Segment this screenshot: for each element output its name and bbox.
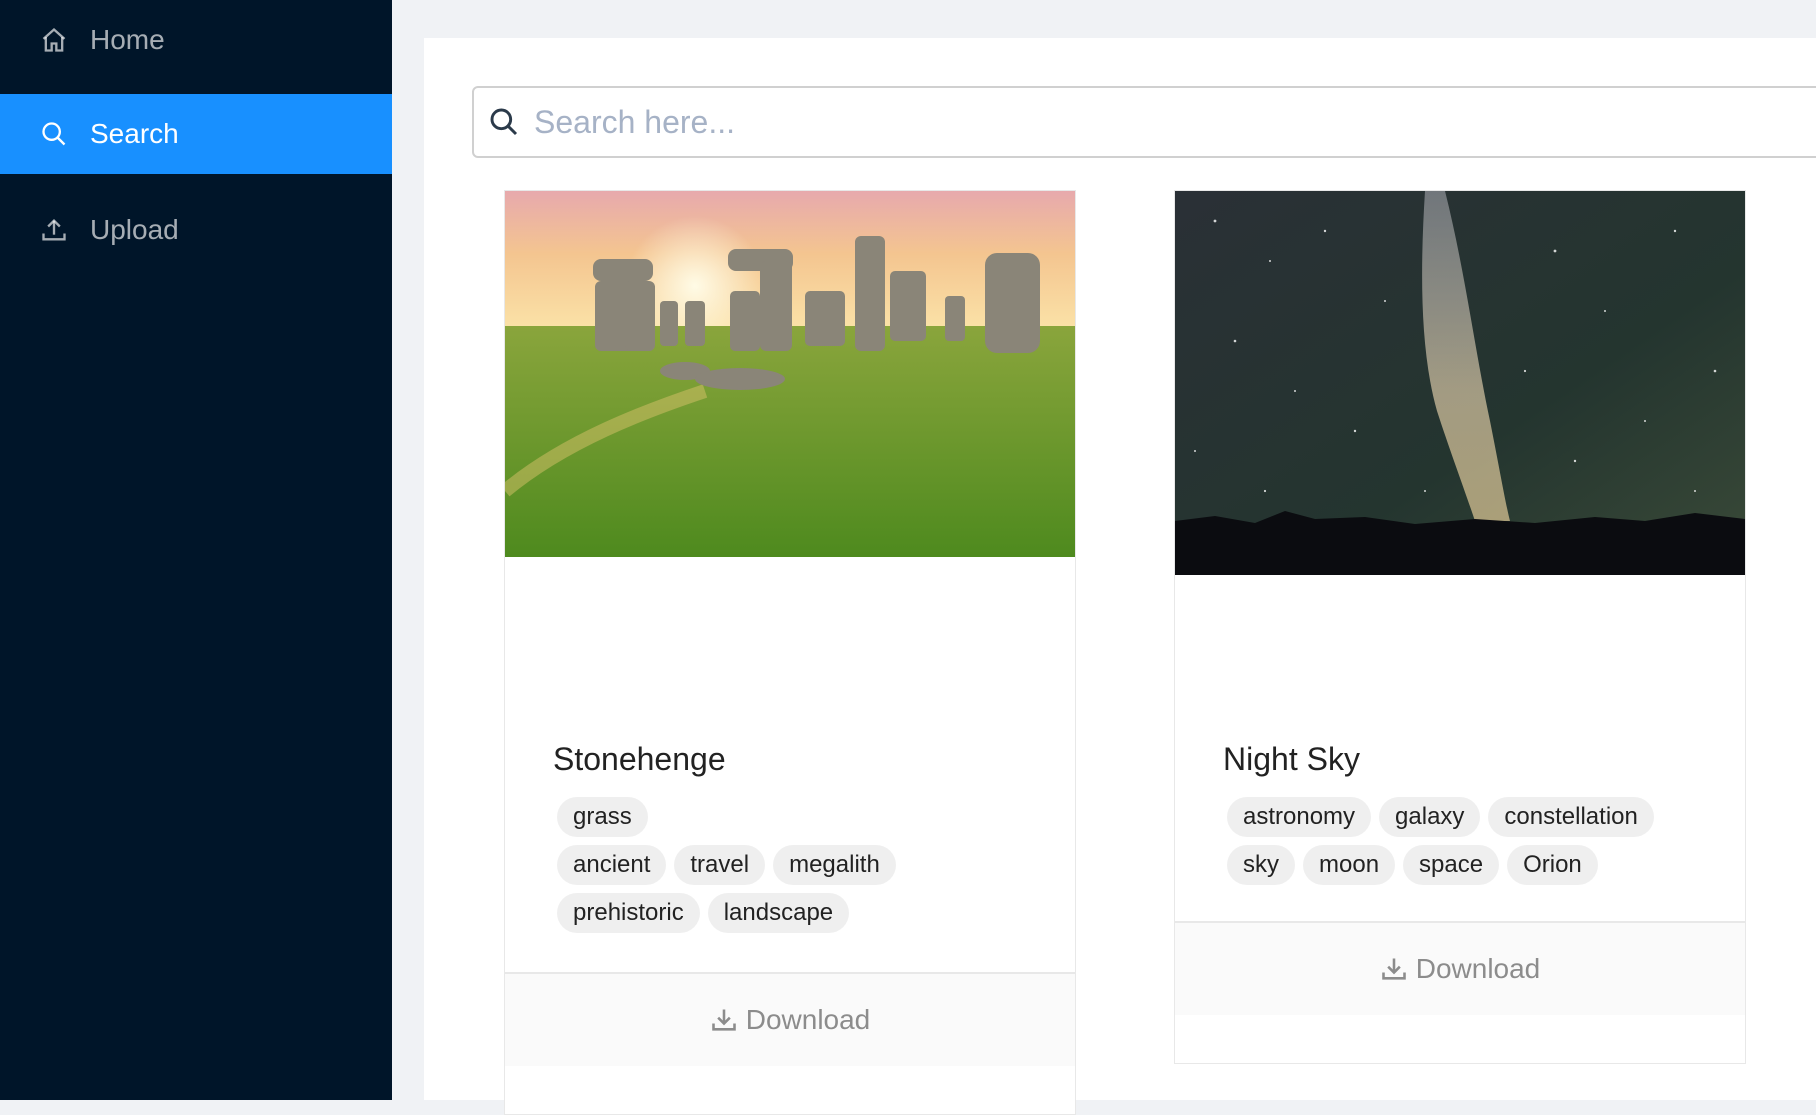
tag[interactable]: galaxy [1379, 797, 1481, 837]
card-title: Stonehenge [553, 741, 726, 777]
tag[interactable]: moon [1303, 845, 1396, 885]
sidebar-item-label: Home [90, 24, 165, 55]
download-button[interactable]: Download [1175, 921, 1745, 1015]
download-label: Download [1415, 953, 1541, 984]
sidebar-item-label: Search [90, 118, 179, 149]
tag[interactable]: Orion [1507, 845, 1598, 885]
search-icon [490, 108, 518, 136]
search-icon [40, 120, 68, 148]
sidebar-item-search[interactable]: Search [0, 94, 392, 174]
download-icon [1381, 958, 1406, 980]
image-card-stonehenge: Stonehenge grass ancient travel megalith… [504, 190, 1076, 1115]
download-button[interactable]: Download [505, 972, 1075, 1066]
download-icon [711, 1009, 736, 1031]
tag-list: grass ancient travel megalith prehistori… [557, 797, 1017, 941]
tag[interactable]: landscape [707, 893, 850, 933]
tag[interactable]: ancient [557, 845, 667, 885]
card-image[interactable] [505, 191, 1075, 557]
download-label: Download [745, 1004, 871, 1035]
tag[interactable]: megalith [773, 845, 896, 885]
card-title: Night Sky [1223, 741, 1360, 777]
main-content: Stonehenge grass ancient travel megalith… [424, 38, 1816, 1115]
tag[interactable]: grass [557, 797, 648, 837]
image-card-night-sky: Night Sky astronomy galaxy constellation… [1174, 190, 1746, 1064]
upload-icon [40, 216, 68, 244]
sidebar: Home Search Upload [0, 0, 392, 1100]
sidebar-item-home[interactable]: Home [0, 0, 392, 80]
tag[interactable]: sky [1227, 845, 1295, 885]
tag[interactable]: astronomy [1227, 797, 1372, 837]
tag[interactable]: travel [674, 845, 766, 885]
search-bar[interactable] [472, 86, 1816, 158]
tag[interactable]: prehistoric [557, 893, 700, 933]
tag[interactable]: space [1403, 845, 1500, 885]
sidebar-item-upload[interactable]: Upload [0, 190, 392, 270]
tag[interactable]: constellation [1488, 797, 1654, 837]
tag-list: astronomy galaxy constellation sky moon … [1227, 797, 1687, 893]
home-icon [40, 26, 68, 54]
card-image[interactable] [1175, 191, 1745, 575]
sidebar-item-label: Upload [90, 214, 179, 245]
search-input[interactable] [534, 103, 1784, 141]
